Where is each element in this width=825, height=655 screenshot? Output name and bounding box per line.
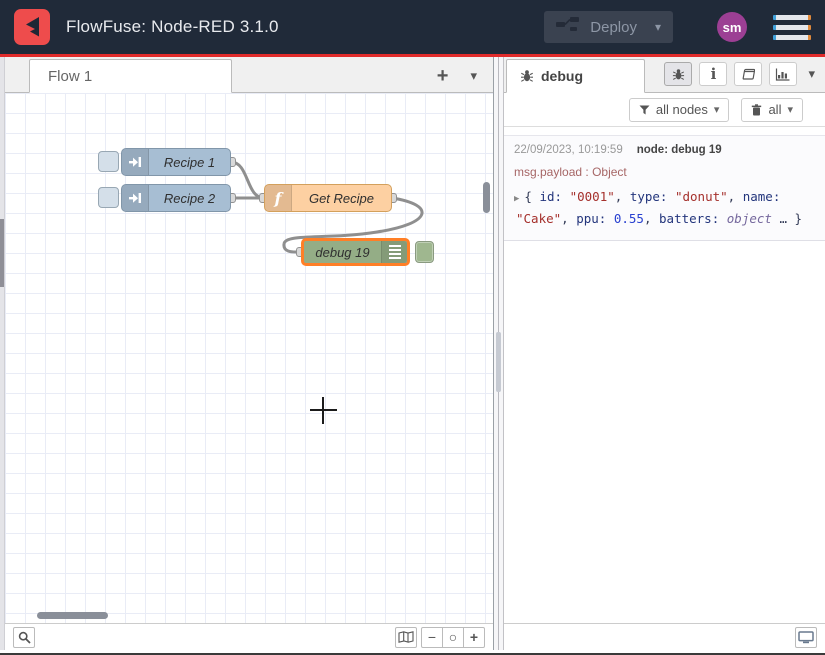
filter-nodes-button[interactable]: all nodes ▾: [629, 98, 730, 122]
deploy-button[interactable]: Deploy ▾: [544, 11, 673, 43]
node-debug-19[interactable]: debug 19: [301, 238, 410, 266]
bar-chart-icon: [775, 68, 791, 81]
filter-caret-icon: ▾: [714, 103, 720, 116]
debug-pane-button[interactable]: [664, 62, 692, 86]
canvas-hscroll-thumb[interactable]: [37, 612, 108, 619]
clear-label: all: [768, 102, 781, 117]
sidebar-splitter[interactable]: [493, 57, 504, 650]
tab-debug[interactable]: debug: [506, 59, 645, 93]
debug-message-list: 22/09/2023, 10:19:59 node: debug 19 msg.…: [504, 127, 825, 623]
splitter-thumb[interactable]: [496, 332, 501, 392]
sidebar-footer: [504, 623, 825, 650]
menu-bar-icon: [773, 35, 811, 40]
canvas-footer: − ○ +: [5, 623, 493, 650]
search-icon: [18, 631, 31, 644]
function-icon: f: [265, 185, 292, 211]
debug-toggle-button[interactable]: [415, 241, 434, 263]
flowfuse-logo-icon: [14, 9, 50, 45]
clear-caret-icon: ▾: [787, 103, 793, 116]
node-recipe-2[interactable]: Recipe 2: [121, 184, 231, 212]
message-property-path: msg.payload : Object: [514, 165, 815, 179]
clear-messages-button[interactable]: all ▾: [741, 98, 803, 122]
add-flow-button[interactable]: +: [437, 69, 449, 83]
zoom-out-button[interactable]: −: [421, 627, 443, 648]
sidebar-menu-caret-icon[interactable]: ▾: [808, 66, 815, 82]
open-in-window-button[interactable]: [795, 627, 817, 648]
wire-recipe1-getrecipe[interactable]: [231, 162, 264, 198]
palette-scroll-thumb[interactable]: [0, 219, 4, 287]
expand-caret-icon[interactable]: ▶: [514, 194, 519, 204]
node-get-recipe[interactable]: f Get Recipe: [264, 184, 392, 212]
info-pane-button[interactable]: i: [699, 62, 727, 86]
filter-icon: [639, 105, 650, 115]
trash-icon: [751, 104, 762, 116]
canvas-vscroll-thumb[interactable]: [483, 182, 490, 213]
debug-message[interactable]: 22/09/2023, 10:19:59 node: debug 19 msg.…: [504, 135, 825, 241]
node-red-window: FlowFuse: Node-RED 3.1.0 Deploy ▾ sm: [0, 0, 825, 655]
filter-label: all nodes: [656, 102, 708, 117]
debug-toolbar: all nodes ▾ all ▾: [504, 93, 825, 127]
flow-canvas[interactable]: Recipe 1 Recipe 2 f Get Recipe: [5, 93, 493, 623]
message-payload: ▶{ id: "0001", type: "donut", name: "Cak…: [514, 187, 815, 228]
navigator-button[interactable]: [395, 627, 417, 648]
search-button[interactable]: [13, 627, 35, 648]
monitor-icon: [798, 631, 814, 644]
flow-tabbar: Flow 1 + ▾: [5, 57, 493, 93]
menu-bar-icon: [773, 25, 811, 30]
bug-icon: [672, 68, 685, 81]
map-icon: [398, 631, 414, 643]
sidebar-tabbar: debug i: [504, 57, 825, 93]
inject-button-recipe1[interactable]: [98, 151, 119, 172]
tab-flow-1[interactable]: Flow 1: [29, 59, 232, 93]
flow-tab-label: Flow 1: [48, 68, 92, 85]
user-avatar[interactable]: sm: [717, 12, 747, 42]
deploy-icon: [556, 16, 580, 38]
zoom-reset-button[interactable]: ○: [442, 627, 464, 648]
inject-icon: [122, 149, 149, 175]
header-bar: FlowFuse: Node-RED 3.1.0 Deploy ▾ sm: [0, 0, 825, 57]
sidebar: debug i: [504, 57, 825, 650]
flow-list-caret-icon[interactable]: ▾: [470, 68, 477, 84]
inject-button-recipe2[interactable]: [98, 187, 119, 208]
help-pane-button[interactable]: [734, 62, 762, 86]
inject-icon: [122, 185, 149, 211]
node-recipe-1[interactable]: Recipe 1: [121, 148, 231, 176]
deploy-caret-icon[interactable]: ▾: [655, 20, 661, 34]
node-label: Recipe 2: [149, 185, 230, 211]
menu-bar-icon: [773, 15, 811, 20]
node-label: Recipe 1: [149, 149, 230, 175]
app-title: FlowFuse: Node-RED 3.1.0: [66, 17, 279, 37]
main-menu-button[interactable]: [773, 15, 811, 40]
node-label: Get Recipe: [292, 185, 391, 211]
dashboard-pane-button[interactable]: [769, 62, 797, 86]
node-label: debug 19: [304, 241, 381, 263]
book-icon: [741, 68, 755, 81]
message-timestamp: 22/09/2023, 10:19:59: [514, 144, 623, 156]
info-icon: i: [711, 65, 717, 83]
bug-icon: [520, 69, 534, 83]
zoom-in-button[interactable]: +: [463, 627, 485, 648]
wires-layer: [5, 93, 493, 623]
message-source-node[interactable]: node: debug 19: [637, 144, 722, 156]
deploy-label: Deploy: [590, 19, 637, 36]
sidebar-tab-label: debug: [541, 68, 583, 84]
debug-console-icon: [381, 241, 407, 263]
